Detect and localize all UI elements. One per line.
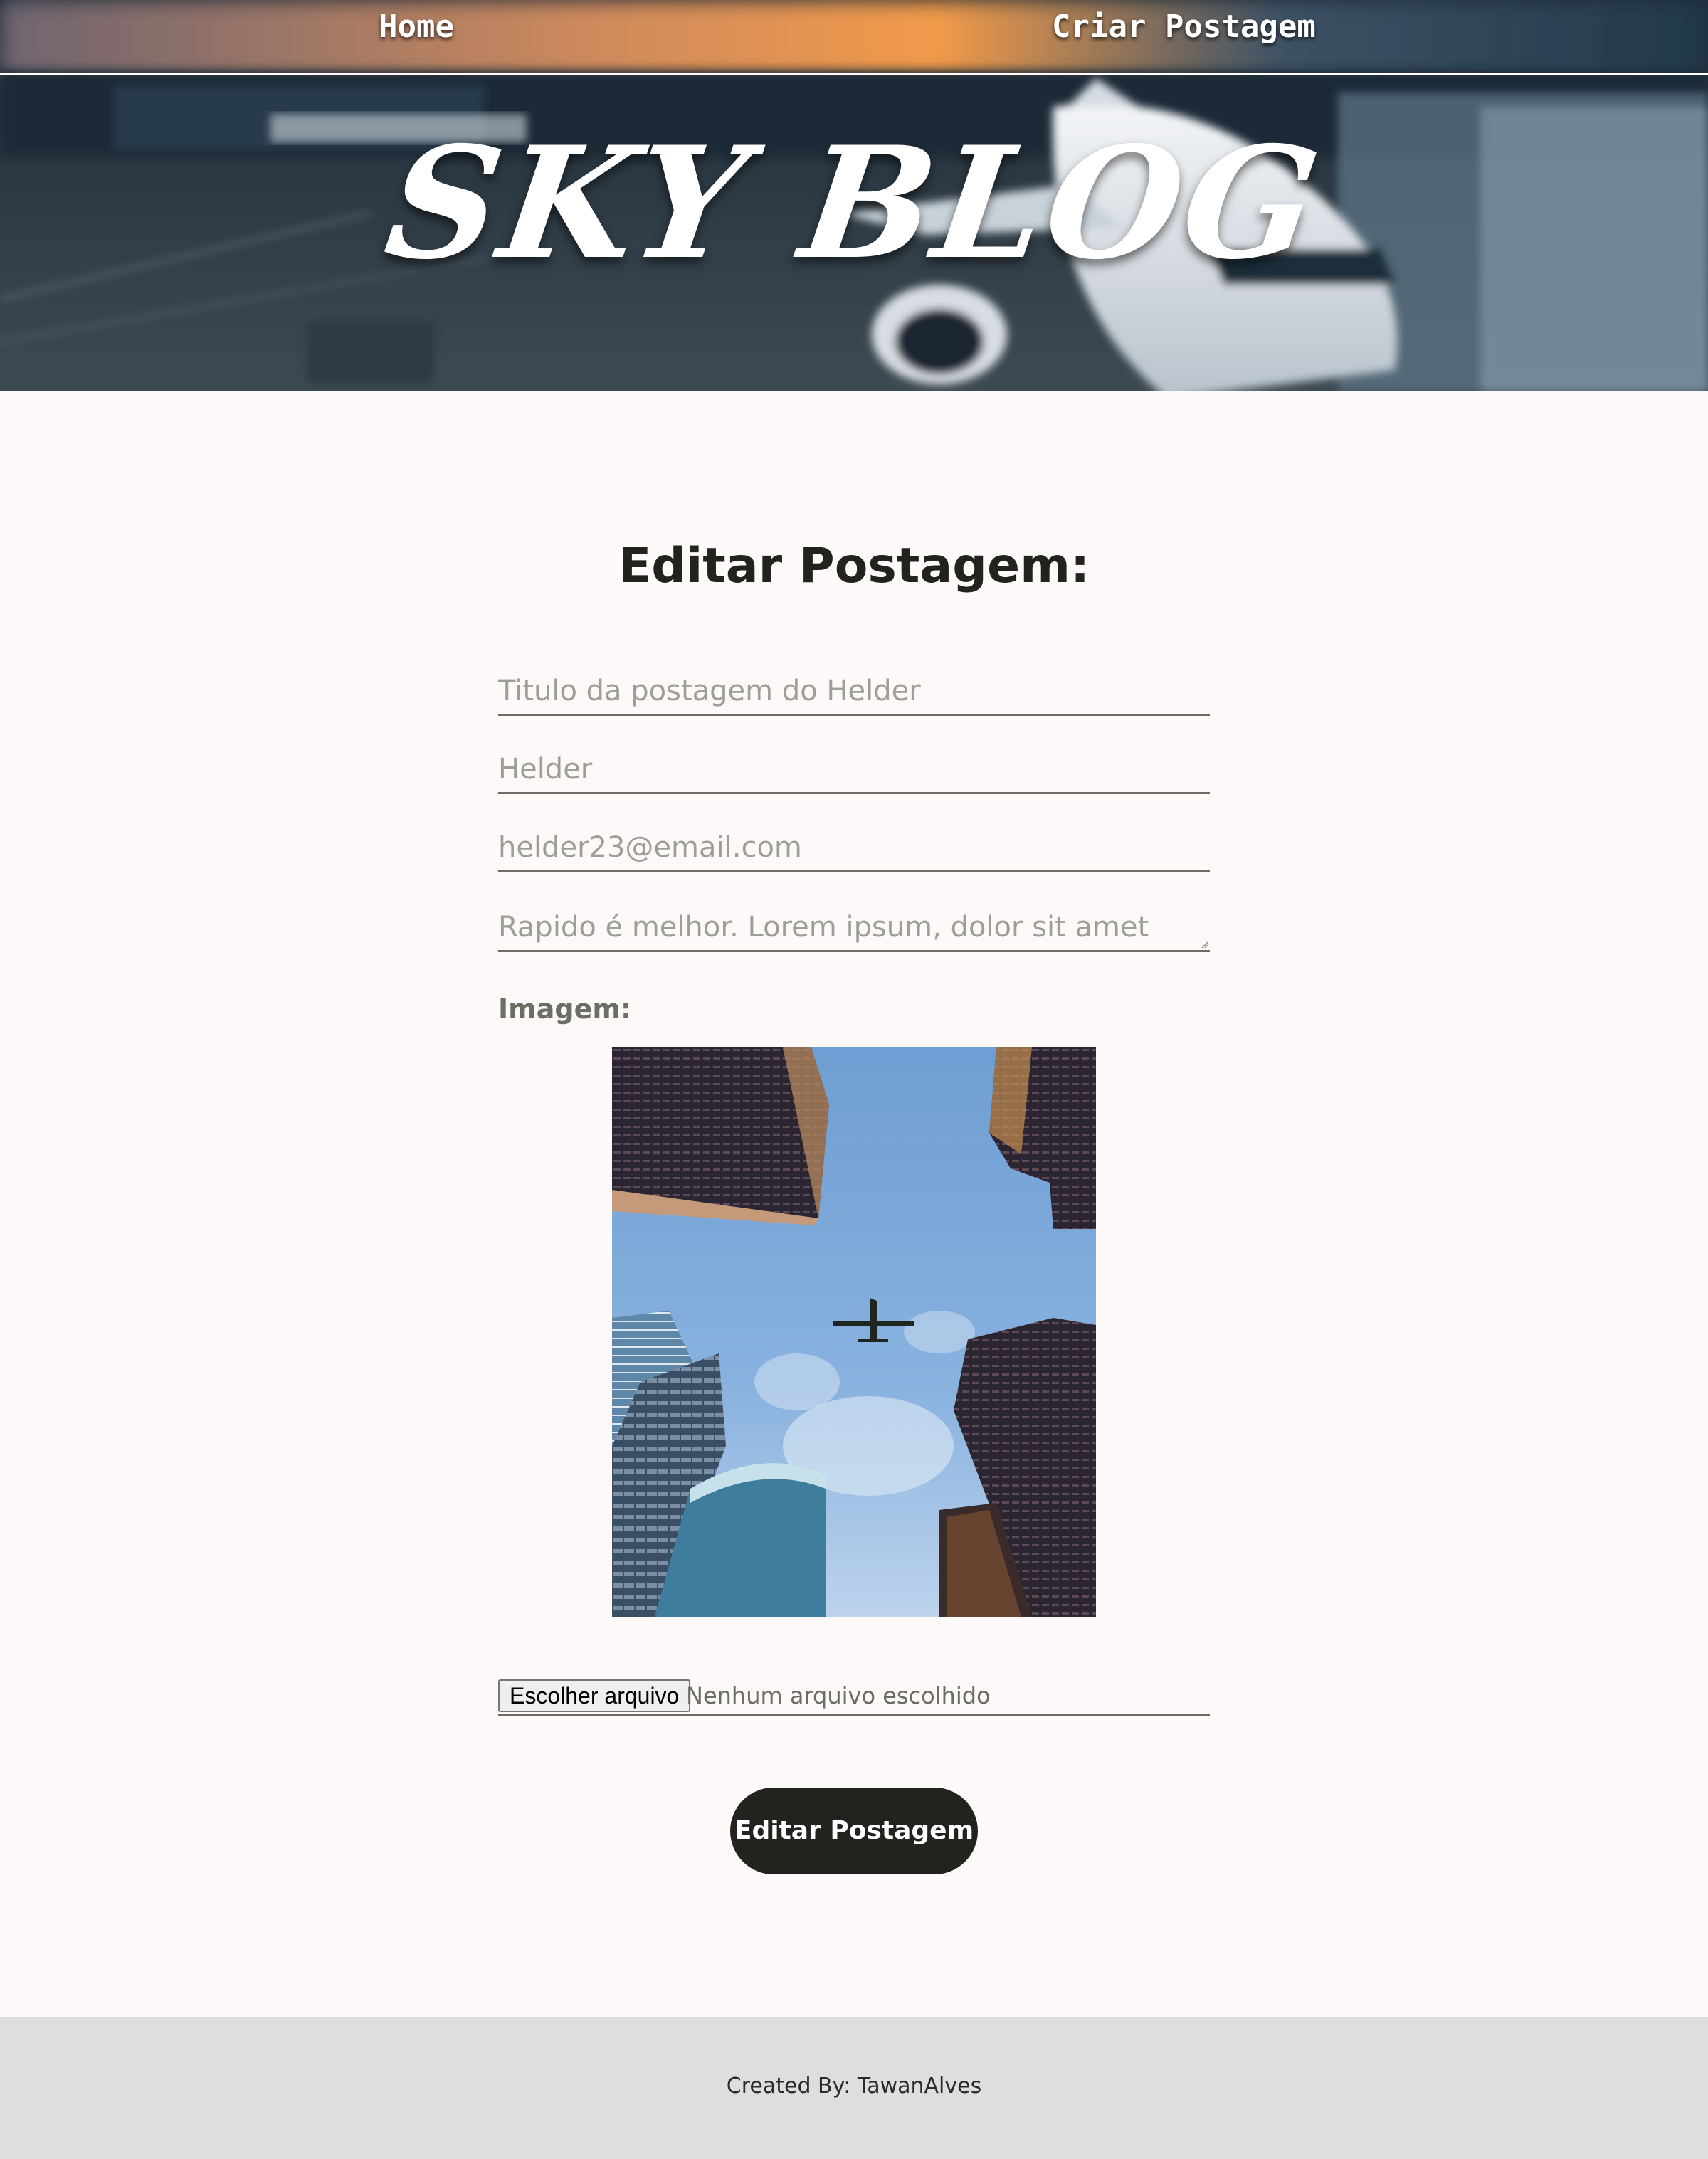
edit-post-submit-button[interactable]: Editar Postagem [730, 1788, 978, 1874]
post-title-input[interactable] [498, 669, 1210, 713]
post-body-textarea[interactable]: Rapido é melhor. Lorem ipsum, dolor sit … [498, 905, 1210, 949]
author-email-input[interactable] [498, 825, 1210, 870]
author-email-field [498, 825, 1210, 872]
page-title: Editar Postagem: [618, 537, 1090, 594]
choose-file-button[interactable]: Escolher arquivo [498, 1679, 691, 1712]
author-name-field [498, 747, 1210, 794]
nav-home-link[interactable]: Home [379, 7, 454, 47]
skyscrapers-airplane-image [612, 1047, 1096, 1617]
file-status-text: Nenhum arquivo escolhido [686, 1682, 991, 1709]
footer-credit: Created By: TawanAlves [726, 2074, 982, 2099]
author-name-input[interactable] [498, 747, 1210, 791]
resize-grip-icon[interactable] [1200, 940, 1208, 949]
file-upload-row: Escolher arquivo Nenhum arquivo escolhid… [498, 1677, 1210, 1716]
post-title-field [498, 669, 1210, 716]
post-body-field: Rapido é melhor. Lorem ipsum, dolor sit … [498, 905, 1210, 952]
hero-header: Home Criar Postagem SKY BLOG [0, 0, 1708, 391]
site-logo-title: SKY BLOG [376, 112, 1332, 293]
post-image-preview [612, 1047, 1096, 1617]
nav-create-post-link[interactable]: Criar Postagem [1052, 7, 1316, 47]
image-label: Imagem: [498, 993, 632, 1025]
site-footer: Created By: TawanAlves [0, 2017, 1708, 2159]
top-nav: Home Criar Postagem [0, 0, 1708, 75]
